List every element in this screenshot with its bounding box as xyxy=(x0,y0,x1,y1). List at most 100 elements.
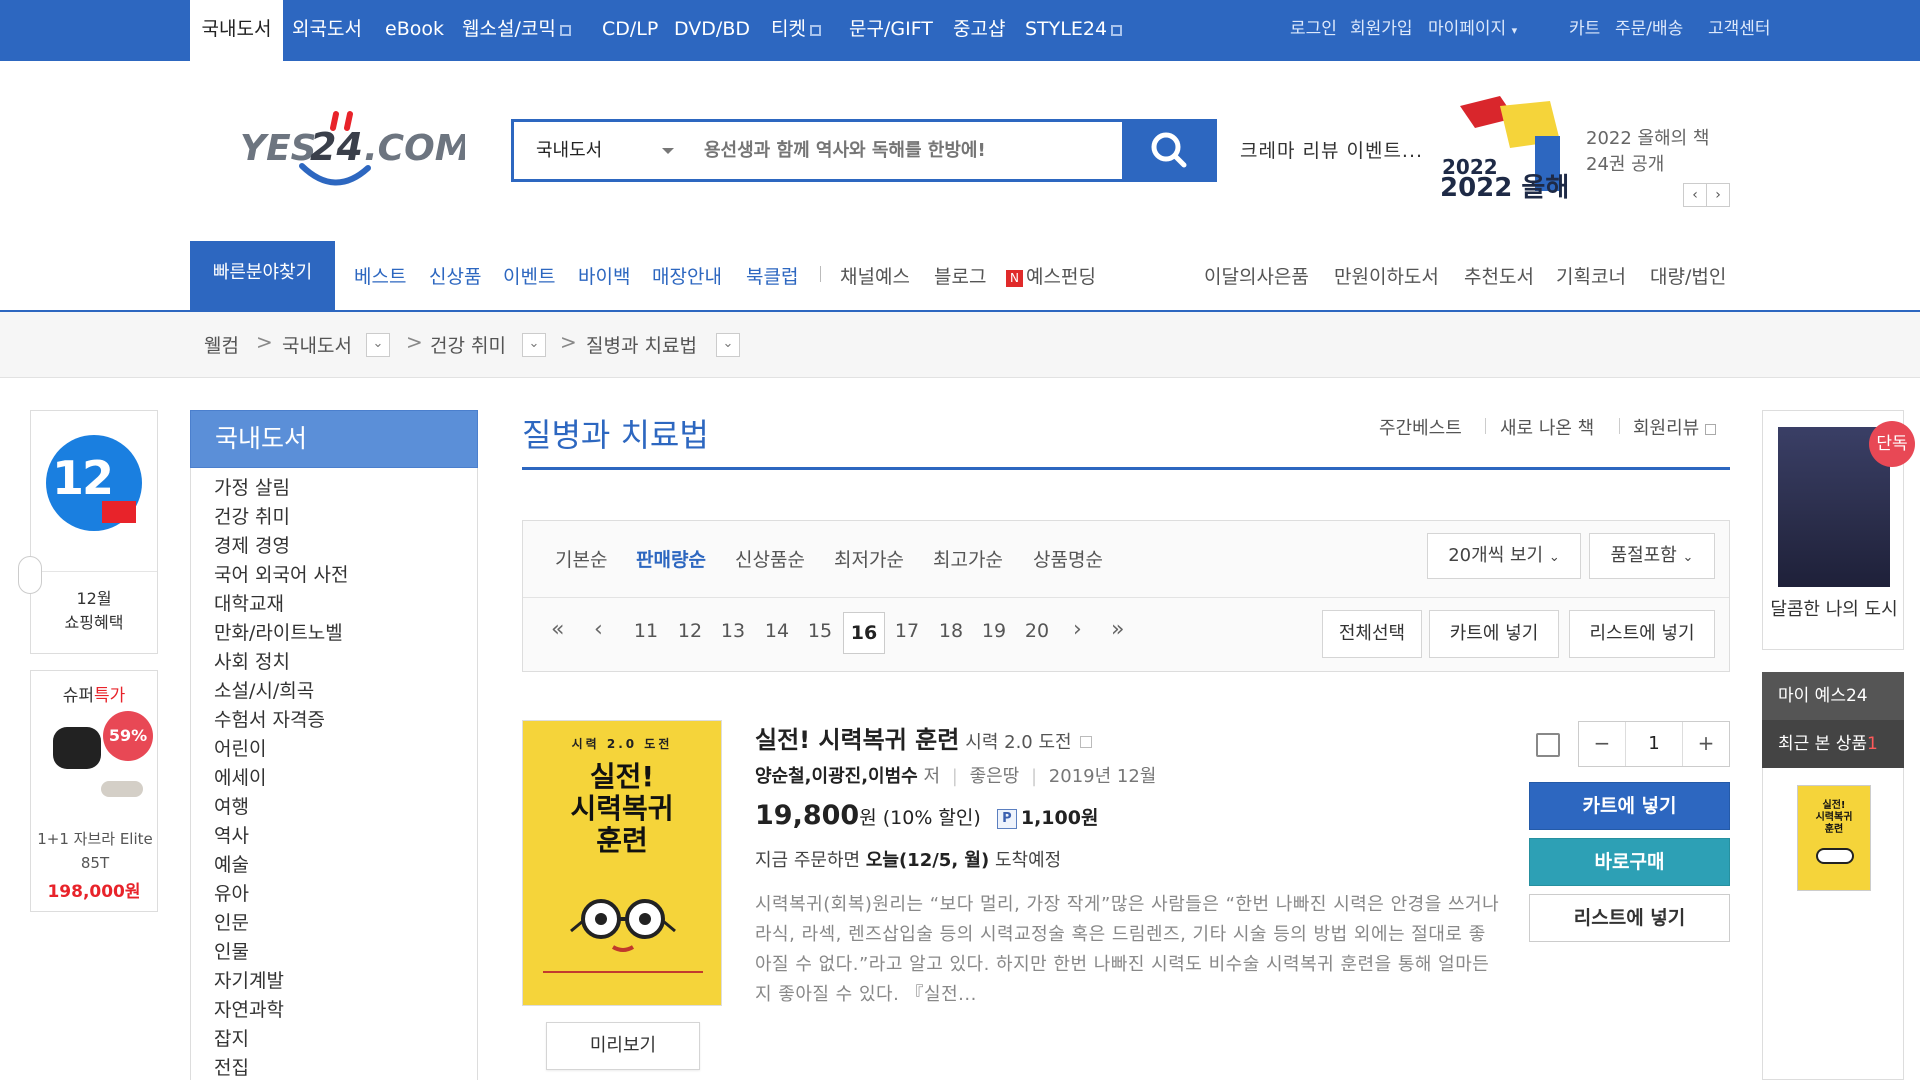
promo-next-button[interactable]: › xyxy=(1706,183,1730,207)
my-yes24-tab[interactable]: 마이 예스24 xyxy=(1762,672,1904,720)
topcat-dvd[interactable]: DVD/BD xyxy=(674,0,750,61)
page-16-current[interactable]: 16 xyxy=(843,612,885,654)
breadcrumb-disease-treatment[interactable]: 질병과 치료법 xyxy=(586,331,697,358)
search-button[interactable] xyxy=(1122,119,1217,182)
breadcrumb-disease-dropdown[interactable]: ⌄ xyxy=(716,333,740,357)
category-item[interactable]: 사회 정치 xyxy=(214,648,348,677)
sort-highest-price[interactable]: 최고가순 xyxy=(933,545,1003,572)
add-to-cart-button[interactable]: 카트에 넣기 xyxy=(1529,782,1730,830)
category-item[interactable]: 만화/라이트노벨 xyxy=(214,619,348,648)
qty-minus-button[interactable]: − xyxy=(1579,722,1625,766)
nav-under-10000[interactable]: 만원이하도서 xyxy=(1334,262,1439,289)
december-benefit-promo[interactable]: 12 12월 쇼핑혜택 xyxy=(30,410,158,654)
promo-title[interactable]: 2022 올해의 책 24권 공개 xyxy=(1586,126,1736,178)
nav-yes-funding[interactable]: N 예스펀딩 xyxy=(1006,262,1096,289)
topcat-domestic[interactable]: 국내도서 xyxy=(190,0,283,61)
category-item[interactable]: 잡지 xyxy=(214,1025,348,1054)
page-13[interactable]: 13 xyxy=(718,620,748,642)
product-publisher[interactable]: 좋은땅 xyxy=(970,766,1020,787)
product-select-checkbox[interactable] xyxy=(1536,733,1560,757)
nav-bulk-corporate[interactable]: 대량/법인 xyxy=(1650,262,1726,289)
featured-book-ad[interactable]: 단독 달콤한 나의 도시 xyxy=(1762,410,1915,650)
breadcrumb-home[interactable]: 웰컴 xyxy=(204,331,239,358)
search-category-select[interactable]: 국내도서 xyxy=(536,122,602,179)
qty-plus-button[interactable]: + xyxy=(1683,722,1729,766)
topcat-foreign[interactable]: 외국도서 xyxy=(292,0,362,61)
cs-link[interactable]: 고객센터 xyxy=(1708,0,1771,58)
login-link[interactable]: 로그인 xyxy=(1290,0,1337,58)
next-page-button[interactable]: › xyxy=(1073,617,1082,642)
promo-prev-button[interactable]: ‹ xyxy=(1683,183,1707,207)
preview-button[interactable]: 미리보기 xyxy=(546,1022,700,1070)
page-20[interactable]: 20 xyxy=(1022,620,1052,642)
breadcrumb-health-hobby[interactable]: 건강 취미 xyxy=(430,331,506,358)
category-item[interactable]: 여행 xyxy=(214,793,348,822)
product-authors[interactable]: 양순철,이광진,이범수 xyxy=(755,766,918,787)
nav-buyback[interactable]: 바이백 xyxy=(578,262,630,289)
nav-special-corner[interactable]: 기획코너 xyxy=(1556,262,1626,289)
soldout-filter-select[interactable]: 품절포함 ⌄ xyxy=(1589,533,1715,579)
topcat-used[interactable]: 중고샵 xyxy=(953,0,1005,61)
topcat-gift[interactable]: 문구/GIFT xyxy=(849,0,933,61)
nav-event[interactable]: 이벤트 xyxy=(503,262,555,289)
quick-find-button[interactable]: 빠른분야찾기 xyxy=(190,241,335,310)
recent-products-tab[interactable]: 최근 본 상품1 xyxy=(1762,720,1904,768)
sort-lowest-price[interactable]: 최저가순 xyxy=(834,545,904,572)
topcat-webnovel[interactable]: 웹소설/코믹 xyxy=(462,0,571,61)
sort-name[interactable]: 상품명순 xyxy=(1033,545,1103,572)
page-17[interactable]: 17 xyxy=(892,620,922,642)
first-page-button[interactable]: « xyxy=(551,617,564,642)
yes24-logo[interactable]: YES 24 .COM xyxy=(240,108,471,198)
signup-link[interactable]: 회원가입 xyxy=(1350,0,1413,58)
page-11[interactable]: 11 xyxy=(631,620,661,642)
member-review-link[interactable]: 회원리뷰 xyxy=(1633,414,1716,440)
recent-product-thumbnail[interactable]: 실전! 시력복귀 훈련 xyxy=(1797,785,1871,891)
page-14[interactable]: 14 xyxy=(762,620,792,642)
last-page-button[interactable]: » xyxy=(1111,617,1124,642)
category-item[interactable]: 유아 xyxy=(214,880,348,909)
category-item[interactable]: 인문 xyxy=(214,909,348,938)
category-item[interactable]: 가정 살림 xyxy=(214,474,348,503)
new-books-link[interactable]: 새로 나온 책 xyxy=(1500,414,1594,440)
breadcrumb-domestic[interactable]: 국내도서 xyxy=(282,331,352,358)
topcat-style24[interactable]: STYLE24 xyxy=(1025,0,1123,61)
product-description[interactable]: 시력복귀(회복)원리는 “보다 멀리, 가장 작게”많은 사람들은 “한번 나빠… xyxy=(755,890,1500,1010)
page-15[interactable]: 15 xyxy=(805,620,835,642)
add-to-list-button[interactable]: 리스트에 넣기 xyxy=(1529,894,1730,942)
weekly-best-link[interactable]: 주간베스트 xyxy=(1379,414,1462,440)
category-item[interactable]: 전집 xyxy=(214,1054,348,1080)
sort-newest[interactable]: 신상품순 xyxy=(735,545,805,572)
product-title[interactable]: 실전! 시력복귀 훈련 시력 2.0 도전 xyxy=(755,720,1092,755)
category-item[interactable]: 에세이 xyxy=(214,764,348,793)
promo-event-link[interactable]: 크레마 리뷰 이벤트... xyxy=(1240,136,1423,163)
sort-default[interactable]: 기본순 xyxy=(555,545,607,572)
breadcrumb-domestic-dropdown[interactable]: ⌄ xyxy=(366,333,390,357)
topcat-ticket[interactable]: 티켓 xyxy=(771,0,821,61)
nav-monthly-gift[interactable]: 이달의사은품 xyxy=(1204,262,1309,289)
chevron-down-icon[interactable] xyxy=(662,148,674,154)
category-item[interactable]: 역사 xyxy=(214,822,348,851)
page-18[interactable]: 18 xyxy=(936,620,966,642)
nav-new[interactable]: 신상품 xyxy=(429,262,481,289)
cart-link[interactable]: 카트 xyxy=(1569,0,1600,58)
nav-blog[interactable]: 블로그 xyxy=(934,262,986,289)
breadcrumb-health-dropdown[interactable]: ⌄ xyxy=(522,333,546,357)
category-item[interactable]: 인물 xyxy=(214,938,348,967)
book-cover-image[interactable]: 시력 2.0 도전 실전! 시력복귀 훈련 xyxy=(522,720,722,1006)
page-19[interactable]: 19 xyxy=(979,620,1009,642)
category-item[interactable]: 자연과학 xyxy=(214,996,348,1025)
nav-store[interactable]: 매장안내 xyxy=(652,262,722,289)
buy-now-button[interactable]: 바로구매 xyxy=(1529,838,1730,886)
qty-value[interactable]: 1 xyxy=(1625,722,1683,766)
category-item[interactable]: 건강 취미 xyxy=(214,503,348,532)
prev-page-button[interactable]: ‹ xyxy=(594,617,603,642)
category-item[interactable]: 대학교재 xyxy=(214,590,348,619)
topcat-ebook[interactable]: eBook xyxy=(385,0,444,61)
add-selected-to-cart-button[interactable]: 카트에 넣기 xyxy=(1429,610,1559,658)
select-all-button[interactable]: 전체선택 xyxy=(1322,610,1422,658)
category-item[interactable]: 국어 외국어 사전 xyxy=(214,561,348,590)
book-of-year-banner-image[interactable]: 2022 2022 올해의 책 xyxy=(1440,96,1626,204)
category-item[interactable]: 소설/시/희곡 xyxy=(214,677,348,706)
category-item[interactable]: 어린이 xyxy=(214,735,348,764)
view-count-select[interactable]: 20개씩 보기 ⌄ xyxy=(1427,533,1581,579)
